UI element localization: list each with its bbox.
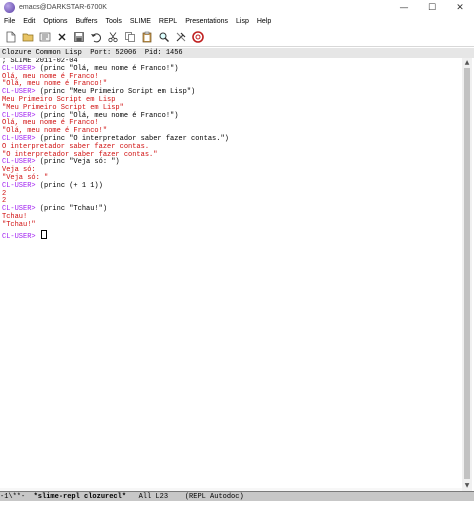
dired-icon[interactable] (37, 30, 52, 45)
menu-file[interactable]: File (0, 15, 19, 28)
repl-prompt: CL-USER> (2, 111, 36, 120)
repl-output: "Olá, meu nome é Franco!" (2, 80, 108, 89)
menu-tools[interactable]: Tools (102, 15, 126, 28)
preferences-icon[interactable] (173, 30, 188, 45)
maximize-button[interactable]: ☐ (418, 0, 446, 15)
menu-bar: File Edit Options Buffers Tools SLIME RE… (0, 15, 474, 28)
close-buffer-icon[interactable] (54, 30, 69, 45)
repl-prompt: CL-USER> (2, 134, 36, 143)
menu-repl[interactable]: REPL (155, 15, 181, 28)
repl-prompt: CL-USER> (2, 205, 36, 214)
repl-line: Veja só: (2, 166, 462, 175)
menu-buffers[interactable]: Buffers (71, 15, 101, 28)
repl-line: CL-USER> (princ (+ 1 1)) (2, 181, 462, 191)
modeline-modes[interactable]: (REPL Autodoc) (185, 492, 244, 501)
repl-prompt: CL-USER> (2, 158, 36, 167)
repl-input: (princ "O interpretador saber fazer cont… (35, 134, 229, 143)
paste-icon[interactable] (139, 30, 154, 45)
minibuffer[interactable] (0, 501, 474, 511)
repl-output: 2 (2, 189, 7, 198)
menu-edit[interactable]: Edit (19, 15, 39, 28)
repl-output: "O interpretador saber fazer contas." (2, 150, 158, 159)
repl-output: "Olá, meu nome é Franco!" (2, 127, 108, 136)
mode-line: -1\**- *slime-repl clozurecl* All L23 (R… (0, 491, 474, 501)
minimize-button[interactable]: — (390, 0, 418, 15)
repl-output: Tchau! (2, 212, 28, 221)
repl-text (36, 233, 40, 241)
cut-icon[interactable] (105, 30, 120, 45)
search-icon[interactable] (156, 30, 171, 45)
text-cursor (40, 229, 47, 239)
window-title: emacs@DARKSTAR-6700K (19, 4, 107, 11)
repl-output: Veja só: (2, 166, 36, 175)
help-icon[interactable] (190, 30, 205, 45)
close-button[interactable]: ✕ (446, 0, 474, 15)
toolbar (0, 28, 474, 47)
scrollbar-thumb[interactable] (464, 68, 470, 479)
repl-input: (princ "Tchau!") (35, 205, 108, 214)
repl-output: O interpretador saber fazer contas. (2, 142, 150, 151)
menu-presentations[interactable]: Presentations (181, 15, 232, 28)
repl-input: (princ (+ 1 1)) (35, 181, 103, 190)
repl-output: Olá, meu nome é Franco! (2, 72, 99, 81)
emacs-icon (4, 2, 15, 13)
repl-line: Tchau! (2, 212, 462, 222)
repl-input: (princ "Olá, meu nome é Franco!") (35, 111, 179, 120)
undo-icon[interactable] (88, 30, 103, 45)
scroll-down-icon[interactable]: ▼ (463, 482, 471, 490)
repl-output: Olá, meu nome é Franco! (2, 119, 99, 128)
repl-prompt: CL-USER> (2, 64, 36, 73)
repl-prompt: CL-USER> (2, 232, 36, 241)
repl-line: "Tchau!" (2, 220, 462, 230)
repl-input: (princ "Olá, meu nome é Franco!") (35, 64, 179, 73)
repl-buffer[interactable]: ; SLIME 2011-02-04 CL-USER> (princ "Olá, … (0, 58, 462, 488)
copy-icon[interactable] (122, 30, 137, 45)
menu-help[interactable]: Help (253, 15, 275, 28)
repl-line: CL-USER> (princ "Tchau!") (2, 205, 462, 214)
new-file-icon[interactable] (3, 30, 18, 45)
open-folder-icon[interactable] (20, 30, 35, 45)
modeline-position: All L23 (126, 493, 185, 501)
repl-line: CL-USER> (princ "Veja só: ") (2, 158, 462, 167)
menu-lisp[interactable]: Lisp (232, 15, 253, 28)
repl-input: (princ "Veja só: ") (35, 158, 120, 167)
scroll-up-icon[interactable]: ▲ (463, 59, 471, 67)
repl-output: "Veja só: " (2, 173, 49, 182)
repl-output: Meu Primeiro Script em Lisp (2, 95, 116, 104)
modeline-status: -1\**- (0, 493, 34, 501)
repl-prompt: CL-USER> (2, 181, 36, 190)
slime-header-line: Clozure Common Lisp Port: 52006 Pid: 145… (0, 48, 474, 58)
save-icon[interactable] (71, 30, 86, 45)
menu-slime[interactable]: SLIME (126, 15, 155, 28)
menu-options[interactable]: Options (39, 15, 71, 28)
repl-prompt: CL-USER> (2, 88, 36, 97)
repl-line: CL-USER> (2, 229, 462, 241)
modeline-buffer-name[interactable]: *slime-repl clozurecl* (34, 492, 126, 501)
repl-output: 2 (2, 197, 7, 206)
vertical-scrollbar[interactable]: ▲ ▼ (462, 58, 472, 491)
repl-line: 2 (2, 189, 462, 199)
repl-input: (princ "Meu Primeiro Script em Lisp") (35, 88, 196, 97)
repl-output: "Tchau!" (2, 220, 36, 229)
window-controls: — ☐ ✕ (390, 0, 474, 15)
title-bar: emacs@DARKSTAR-6700K — ☐ ✕ (0, 0, 474, 15)
repl-output: "Meu Primeiro Script em Lisp" (2, 103, 124, 112)
